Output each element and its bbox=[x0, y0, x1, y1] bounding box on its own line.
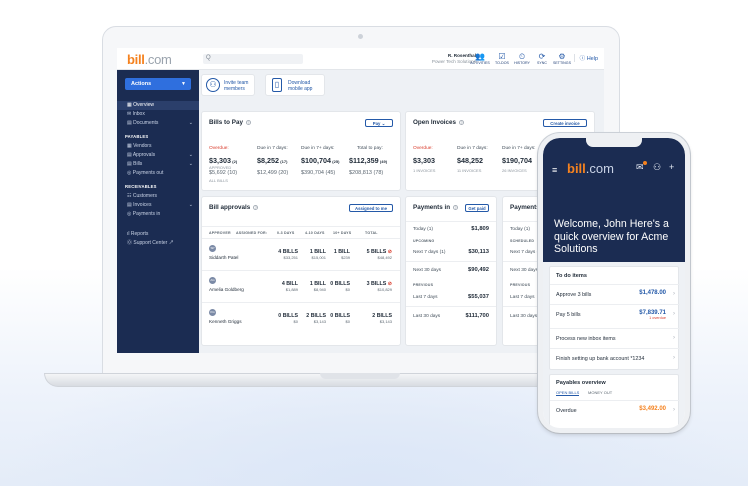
payables-header: PAYABLES bbox=[125, 134, 149, 139]
sidebar-item-support[interactable]: ⓪ Support Center ↗ bbox=[117, 239, 199, 248]
welcome-text: Welcome, John Here's a quick overview fo… bbox=[554, 218, 669, 255]
todo-item[interactable]: Approve 3 bills $1,478.00 › bbox=[550, 284, 680, 304]
bills-to-pay-card: Bills to Pay? Pay ⌄ Overdue: Due in 7 da… bbox=[201, 111, 401, 191]
sidebar-item-payments-out[interactable]: ◎ Payments out bbox=[117, 169, 199, 178]
invoice-due-7plus-amount[interactable]: $190,704 bbox=[502, 156, 532, 165]
bill-logo[interactable]: bill.com bbox=[127, 52, 172, 67]
todos-button[interactable]: ☑ TO-DOS bbox=[491, 52, 513, 65]
notification-dot bbox=[643, 161, 647, 165]
card-title: Open Invoices? bbox=[413, 119, 465, 126]
total-amount[interactable]: $112,359 (49) bbox=[349, 156, 387, 165]
invite-icon: ⚇ bbox=[206, 78, 220, 92]
download-app-promo[interactable]: ▯ Download mobile app bbox=[265, 74, 325, 96]
history-icon: ⏲ bbox=[518, 52, 526, 61]
chevron-down-icon: ▼ bbox=[181, 81, 186, 87]
todo-card: To do items Approve 3 bills $1,478.00 › Pa… bbox=[549, 266, 680, 370]
laptop-notch bbox=[320, 373, 400, 379]
activities-button[interactable]: 👥 ACTIVITIES bbox=[469, 52, 491, 65]
laptop-screen: bill.com Q R. Rosenthal Power Tech Solut… bbox=[117, 48, 604, 353]
mobile-icon: ▯ bbox=[272, 78, 282, 92]
sidebar-item-bills[interactable]: ▤ Bills ⌄ bbox=[117, 160, 199, 169]
card-title: Payments bbox=[510, 204, 540, 211]
avatar: SP bbox=[209, 245, 216, 252]
card-title: Bill approvals? bbox=[209, 204, 259, 211]
chevron-down-icon: ⌄ bbox=[188, 202, 193, 208]
todo-item[interactable]: Process new inbox items › bbox=[550, 328, 680, 348]
approver-name[interactable]: Kenneth Griggs bbox=[209, 319, 242, 324]
sidebar-item-approvals[interactable]: ▤ Approvals ⌄ bbox=[117, 151, 199, 160]
card-title: Bills to Pay? bbox=[209, 119, 251, 126]
sidebar-item-payments-in[interactable]: ◎ Payments in bbox=[117, 210, 199, 219]
overdue-amount[interactable]: $3,303 (2) bbox=[209, 156, 237, 165]
tab-open-bills[interactable]: OPEN BILLS bbox=[556, 390, 580, 396]
phone-header: ≡ bill.com ✉ ⚇ + Welcome, John Here's a … bbox=[543, 138, 685, 262]
approver-name[interactable]: Siddarth Patel bbox=[209, 255, 238, 260]
search-input[interactable]: Q bbox=[203, 54, 303, 64]
overdue-row[interactable]: Overdue $3,492.00 › bbox=[550, 400, 680, 420]
bill-approvals-card: Bill approvals? Assigned to me APPROVER … bbox=[201, 196, 401, 346]
avatar: KG bbox=[209, 309, 216, 316]
chevron-down-icon: ⌄ bbox=[188, 120, 193, 126]
info-icon: ? bbox=[453, 204, 459, 210]
sidebar-item-documents[interactable]: ▤ Documents ⌄ bbox=[117, 119, 199, 128]
sidebar-item-invoices[interactable]: ▤ Invoices ⌄ bbox=[117, 201, 199, 210]
sidebar-item-overview[interactable]: ▦ Overview bbox=[117, 101, 199, 110]
todo-item[interactable]: Pay 5 bills $7,839.71 1 overdue › bbox=[550, 304, 680, 328]
people-icon[interactable]: ⚇ bbox=[653, 162, 661, 173]
receivables-header: RECEIVABLES bbox=[125, 184, 157, 189]
chevron-right-icon: › bbox=[673, 355, 675, 361]
info-icon: ? bbox=[253, 204, 259, 210]
invoice-overdue-amount[interactable]: $3,303 bbox=[413, 156, 435, 165]
pay-button[interactable]: Pay ⌄ bbox=[365, 119, 393, 127]
help-button[interactable]: ⓘ Help bbox=[573, 54, 598, 62]
settings-button[interactable]: ⚙ SETTINGS bbox=[551, 52, 573, 65]
phone-screen: ≡ bill.com ✉ ⚇ + Welcome, John Here's a … bbox=[543, 138, 685, 428]
chevron-down-icon: ⌄ bbox=[188, 161, 193, 167]
payments-in-card: Payments in? Get paid Today (1) $1,809 U… bbox=[405, 196, 497, 346]
todo-icon: ☑ bbox=[498, 52, 506, 61]
sidebar-item-vendors[interactable]: ▦ Vendors bbox=[117, 142, 199, 151]
get-paid-button[interactable]: Get paid bbox=[465, 204, 489, 212]
top-bar: bill.com Q R. Rosenthal Power Tech Solut… bbox=[117, 48, 604, 70]
avatar: AG bbox=[209, 277, 216, 284]
search-icon: Q bbox=[206, 55, 211, 61]
chevron-right-icon: › bbox=[673, 291, 675, 297]
payables-card: Payables overview OPEN BILLS MONEY OUT O… bbox=[549, 374, 680, 428]
info-icon: ? bbox=[459, 119, 465, 125]
create-invoice-button[interactable]: Create invoice bbox=[543, 119, 587, 127]
due-7-amount[interactable]: $8,252 (17) bbox=[257, 156, 287, 165]
bill-logo: bill.com bbox=[567, 161, 614, 176]
approver-name[interactable]: Amelia Goldberg bbox=[209, 287, 244, 292]
sidebar-item-reports[interactable]: ıl Reports bbox=[117, 230, 199, 239]
history-button[interactable]: ⏲ HISTORY bbox=[511, 52, 533, 65]
chevron-right-icon: › bbox=[673, 407, 675, 413]
sync-icon: ⟳ bbox=[538, 52, 546, 61]
payables-title: Payables overview bbox=[556, 380, 606, 386]
card-title: Payments in? bbox=[413, 204, 459, 211]
todo-title: To do items bbox=[556, 273, 587, 279]
chevron-right-icon: › bbox=[673, 335, 675, 341]
chevron-down-icon: ⌄ bbox=[188, 152, 193, 158]
phone-frame: ≡ bill.com ✉ ⚇ + Welcome, John Here's a … bbox=[538, 133, 690, 433]
sync-button[interactable]: ⟳ SYNC bbox=[531, 52, 553, 65]
todo-item[interactable]: Finish setting up bank account *1234 › bbox=[550, 348, 680, 368]
hamburger-menu-icon[interactable]: ≡ bbox=[552, 165, 557, 175]
due-7plus-amount[interactable]: $100,704 (25) bbox=[301, 156, 339, 165]
invite-team-promo[interactable]: ⚇ Invite team members bbox=[201, 74, 255, 96]
sidebar: Actions ▼ ▦ Overview ✉ Inbox ▤ Documents ⌄… bbox=[117, 70, 199, 353]
sidebar-item-inbox[interactable]: ✉ Inbox bbox=[117, 110, 199, 119]
tab-money-out[interactable]: MONEY OUT bbox=[588, 390, 612, 395]
info-icon: ? bbox=[245, 119, 251, 125]
laptop-camera bbox=[358, 34, 363, 39]
sidebar-item-customers[interactable]: ☷ Customers bbox=[117, 192, 199, 201]
invoice-due-7-amount[interactable]: $48,252 bbox=[457, 156, 483, 165]
chevron-right-icon: › bbox=[673, 311, 675, 317]
gear-icon: ⚙ bbox=[558, 52, 566, 61]
phone-notch bbox=[586, 138, 642, 147]
assigned-to-me-button[interactable]: Assigned to me bbox=[349, 204, 393, 212]
people-icon: 👥 bbox=[475, 52, 485, 61]
add-icon[interactable]: + bbox=[669, 162, 674, 172]
actions-button[interactable]: Actions ▼ bbox=[125, 78, 191, 90]
